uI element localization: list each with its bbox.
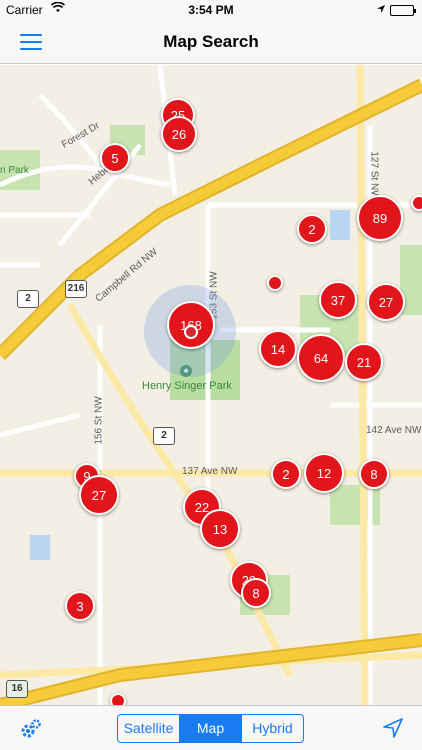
highway-16-shield: 16 — [6, 680, 28, 698]
page-title: Map Search — [163, 32, 259, 51]
location-arrow-icon[interactable] — [382, 717, 404, 739]
navigation-bar: Map Search — [0, 20, 422, 64]
listing-cluster[interactable]: 8 — [359, 459, 389, 489]
listing-cluster[interactable]: 3 — [65, 591, 95, 621]
listing-cluster[interactable]: 12 — [304, 453, 344, 493]
park-label-partial: n Park — [0, 165, 29, 176]
listing-cluster[interactable]: 27 — [79, 475, 119, 515]
listing-cluster[interactable]: 2 — [297, 214, 327, 244]
listing-cluster[interactable]: 27 — [367, 283, 405, 321]
map-view[interactable]: Forest Dr Hebert Rd n Park Campbell Rd N… — [0, 65, 422, 705]
listing-pin[interactable] — [411, 195, 422, 211]
battery-icon — [390, 4, 416, 16]
park-label-henry-singer: Henry Singer Park — [142, 380, 232, 392]
status-bar: Carrier 3:54 PM — [0, 0, 422, 20]
street-label-156-st: 156 St NW — [93, 396, 105, 445]
listing-cluster[interactable]: 89 — [357, 195, 403, 241]
location-services-icon — [376, 3, 386, 17]
highway-216-shield: 216 — [65, 280, 87, 298]
bottom-toolbar: Satellite Map Hybrid — [0, 705, 422, 750]
highway-2-shield: 2 — [153, 427, 175, 445]
street-label-142-ave: 142 Ave NW — [366, 425, 422, 436]
listing-pin[interactable] — [267, 275, 283, 291]
listing-cluster[interactable]: 14 — [259, 330, 297, 368]
street-label-137-ave: 137 Ave NW — [182, 466, 238, 477]
listing-cluster[interactable]: 26 — [161, 116, 197, 152]
listing-cluster[interactable]: 8 — [241, 578, 271, 608]
segment-map[interactable]: Map — [180, 715, 242, 742]
listing-cluster[interactable]: 13 — [200, 509, 240, 549]
listing-cluster[interactable]: 5 — [100, 143, 130, 173]
listing-pin[interactable] — [110, 693, 126, 705]
listing-cluster[interactable]: 64 — [297, 334, 345, 382]
segment-hybrid[interactable]: Hybrid — [242, 715, 303, 742]
street-label-127-st: 127 St NW — [368, 151, 380, 200]
segment-satellite[interactable]: Satellite — [118, 715, 180, 742]
clock: 3:54 PM — [188, 3, 234, 17]
gear-icon[interactable] — [20, 718, 41, 738]
highway-2-shield: 2 — [17, 290, 39, 308]
map-type-segmented-control: Satellite Map Hybrid — [117, 714, 304, 743]
listing-cluster[interactable]: 37 — [319, 281, 357, 319]
current-location-dot — [184, 325, 198, 339]
listing-cluster[interactable]: 21 — [345, 343, 383, 381]
listing-cluster[interactable]: 2 — [271, 459, 301, 489]
